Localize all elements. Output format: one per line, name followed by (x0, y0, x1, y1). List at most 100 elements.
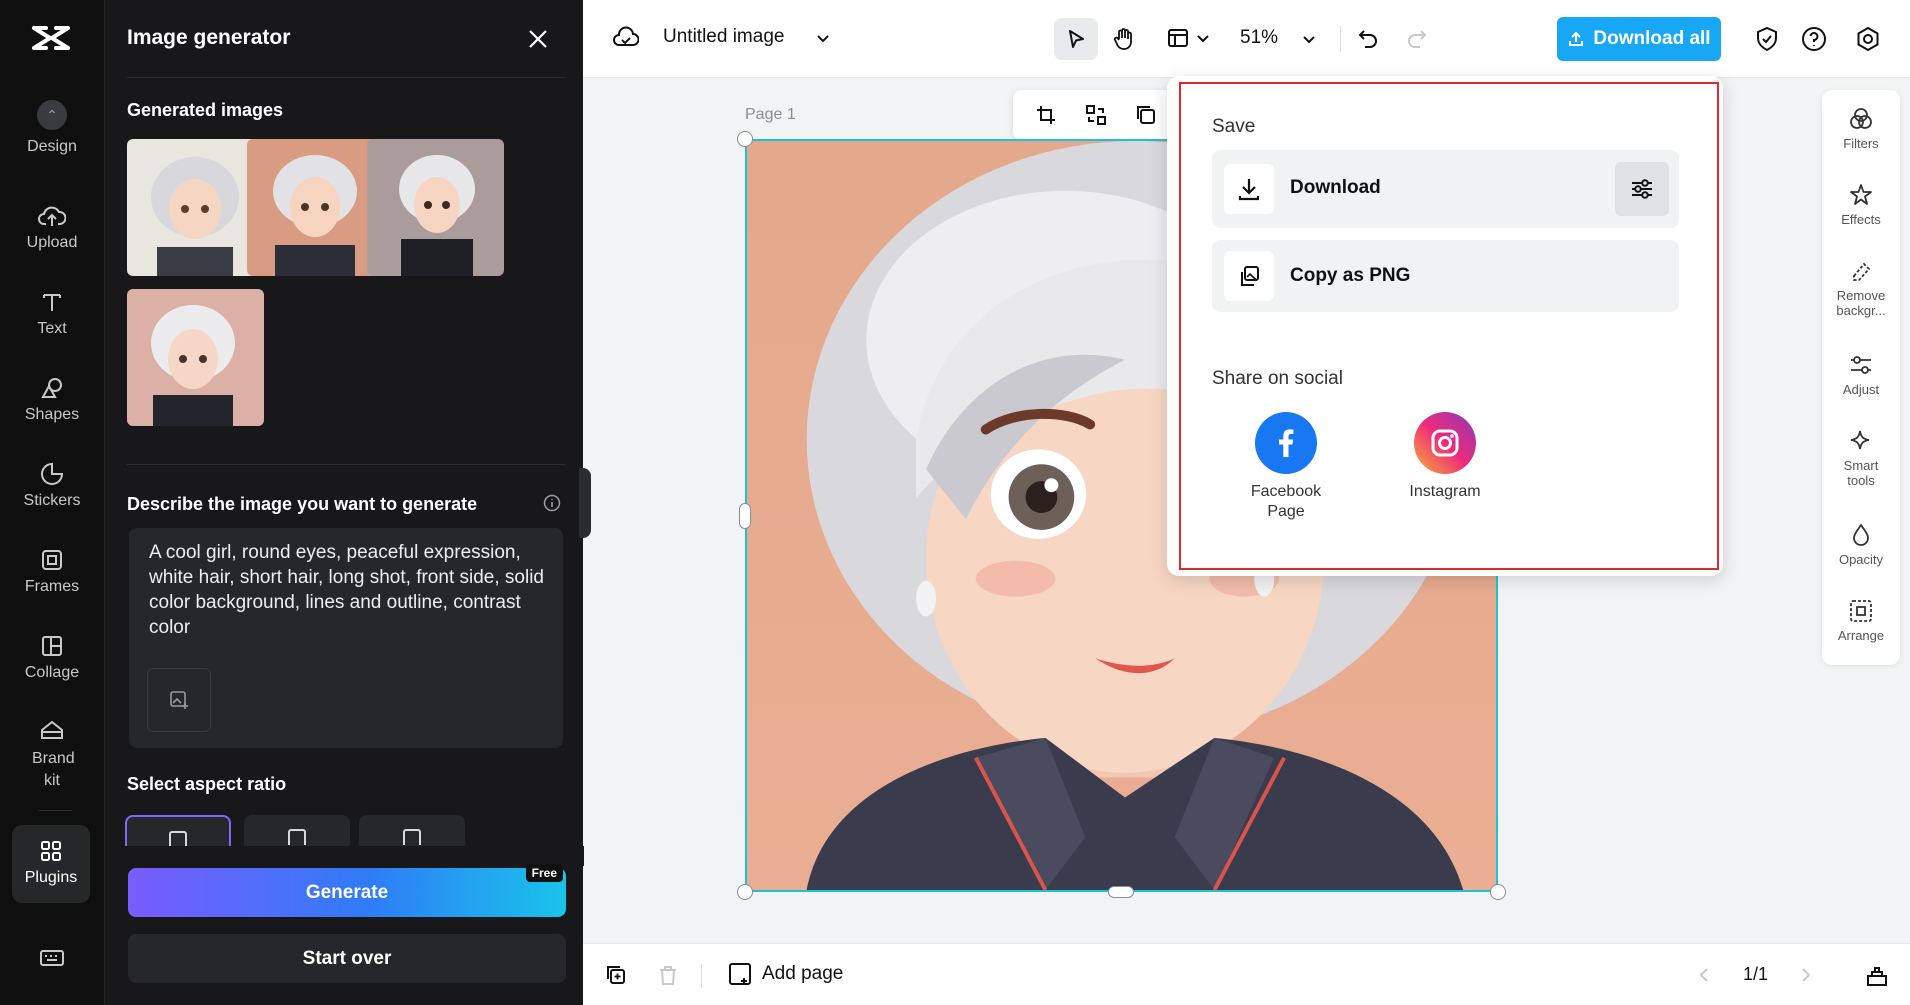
crop-icon[interactable] (1035, 104, 1057, 126)
chevron-up-icon: ⌃ (37, 100, 67, 130)
rail-collage[interactable]: Collage (0, 634, 104, 682)
page-count: 1/1 (1743, 964, 1769, 984)
effects-tool[interactable]: Effects (1822, 182, 1900, 227)
download-settings-button[interactable] (1615, 162, 1669, 216)
copy-image-icon (1241, 266, 1259, 286)
zoom-level[interactable]: 51% (1240, 27, 1278, 49)
download-icon-wrap (1224, 164, 1274, 214)
remove-background-tool[interactable]: Remove backgr... (1822, 258, 1900, 318)
rail-shapes-label: Shapes (24, 406, 80, 423)
add-page-button[interactable]: Add page (728, 962, 843, 986)
resize-handle-bottom-right[interactable] (1490, 884, 1506, 900)
download-all-label: Download all (1593, 28, 1711, 49)
chevron-down-icon[interactable] (1196, 31, 1210, 45)
chevron-down-icon[interactable] (815, 30, 831, 46)
generated-image-thumb-3[interactable] (367, 139, 504, 276)
keyboard-icon (40, 950, 64, 966)
start-over-button[interactable]: Start over (128, 934, 566, 983)
duplicate-icon[interactable] (1135, 104, 1157, 126)
collapse-panel-handle[interactable] (579, 468, 591, 538)
generated-image-thumb-2[interactable] (247, 139, 384, 276)
right-tool-rail: Filters Effects Remove backgr... Adjust … (1822, 90, 1900, 665)
upload-icon (1569, 31, 1584, 46)
close-icon[interactable] (525, 26, 551, 52)
image-context-toolbar (1013, 90, 1183, 140)
rail-stickers[interactable]: Stickers (0, 462, 104, 510)
download-all-button[interactable]: Download all (1557, 17, 1721, 61)
smart-tools-tool[interactable]: Smart tools (1822, 428, 1900, 488)
collage-icon (42, 636, 62, 656)
eraser-icon (1853, 262, 1871, 281)
prompt-text[interactable]: A cool girl, round eyes, peaceful expres… (149, 540, 549, 640)
arrange-tool[interactable]: Arrange (1822, 598, 1900, 643)
generated-image-thumb-4[interactable] (127, 289, 264, 426)
instagram-label: Instagram (1409, 483, 1481, 500)
resize-handle-bottom-left[interactable] (737, 884, 753, 900)
adjust-sliders-icon (1851, 356, 1871, 374)
pointer-icon (1069, 30, 1084, 48)
rail-text-label: Text (37, 320, 67, 337)
download-icon (1238, 179, 1260, 201)
rail-frames[interactable]: Frames (0, 548, 104, 596)
rail-text[interactable]: Text (0, 290, 104, 338)
arrange-icon (1850, 600, 1872, 622)
duplicate-page-icon[interactable] (605, 964, 627, 986)
select-tool-button[interactable] (1054, 18, 1098, 60)
trash-icon[interactable] (657, 964, 679, 986)
resize-handle-top-left[interactable] (737, 131, 753, 147)
layout-icon[interactable] (1167, 27, 1189, 49)
prompt-textarea[interactable]: A cool girl, round eyes, peaceful expres… (129, 528, 563, 748)
rail-frames-label: Frames (24, 578, 80, 595)
rail-plugins[interactable]: Plugins (12, 825, 90, 903)
page-label: Page 1 (745, 106, 796, 123)
shield-icon[interactable] (1755, 26, 1779, 52)
generated-images-heading: Generated images (127, 100, 284, 120)
chevron-right-icon[interactable] (1797, 966, 1815, 984)
rail-design[interactable]: ⌃ Design (0, 100, 104, 156)
generated-image-thumb-1[interactable] (127, 139, 264, 276)
hand-tool-icon[interactable] (1112, 27, 1136, 51)
sparkle-icon (1850, 430, 1870, 450)
rail-upload[interactable]: Upload (0, 204, 104, 252)
chevron-down-icon[interactable] (1301, 31, 1317, 47)
filters-tool[interactable]: Filters (1822, 106, 1900, 151)
undo-icon[interactable] (1357, 27, 1379, 49)
download-option[interactable]: Download (1212, 150, 1679, 228)
rail-collage-label: Collage (24, 664, 80, 681)
resize-handle-bottom[interactable] (1108, 886, 1134, 898)
rail-shapes[interactable]: Shapes (0, 376, 104, 424)
layers-icon[interactable] (1865, 964, 1889, 988)
aspect-ratio-option-1[interactable] (125, 815, 231, 847)
share-heading: Share on social (1212, 368, 1343, 389)
resize-handle-left[interactable] (739, 503, 751, 529)
keyboard-shortcuts-button[interactable] (0, 948, 104, 974)
document-title[interactable]: Untitled image (663, 26, 784, 48)
replace-image-icon[interactable] (1085, 104, 1107, 126)
add-reference-image-button[interactable] (147, 668, 211, 732)
share-facebook-page[interactable]: Facebook Page (1226, 412, 1346, 522)
add-page-label: Add page (762, 963, 844, 984)
plugins-grid-icon (41, 841, 61, 861)
copy-as-png-option[interactable]: Copy as PNG (1212, 240, 1679, 312)
cloud-sync-icon[interactable] (613, 26, 639, 50)
chevron-left-icon[interactable] (1695, 966, 1713, 984)
text-icon (43, 294, 61, 311)
filters-icon (1850, 108, 1872, 129)
help-icon[interactable] (1801, 26, 1827, 52)
rail-brand-kit[interactable]: Brand kit (0, 718, 104, 792)
opacity-tool[interactable]: Opacity (1822, 522, 1900, 567)
aspect-ratio-option-2[interactable] (244, 815, 350, 847)
generate-button[interactable]: Generate Free (128, 864, 566, 917)
share-instagram[interactable]: Instagram (1385, 412, 1505, 502)
aspect-ratio-option-3[interactable] (359, 815, 465, 847)
opacity-label: Opacity (1838, 552, 1884, 567)
bottombar-divider (701, 964, 702, 988)
redo-icon[interactable] (1406, 27, 1428, 49)
opacity-drop-icon (1853, 523, 1869, 546)
rail-design-label: Design (27, 138, 77, 155)
shapes-icon (41, 378, 62, 398)
panel-title: Image generator (127, 26, 291, 49)
adjust-tool[interactable]: Adjust (1822, 352, 1900, 397)
settings-gear-icon[interactable] (1855, 26, 1881, 52)
info-icon[interactable] (543, 494, 561, 512)
